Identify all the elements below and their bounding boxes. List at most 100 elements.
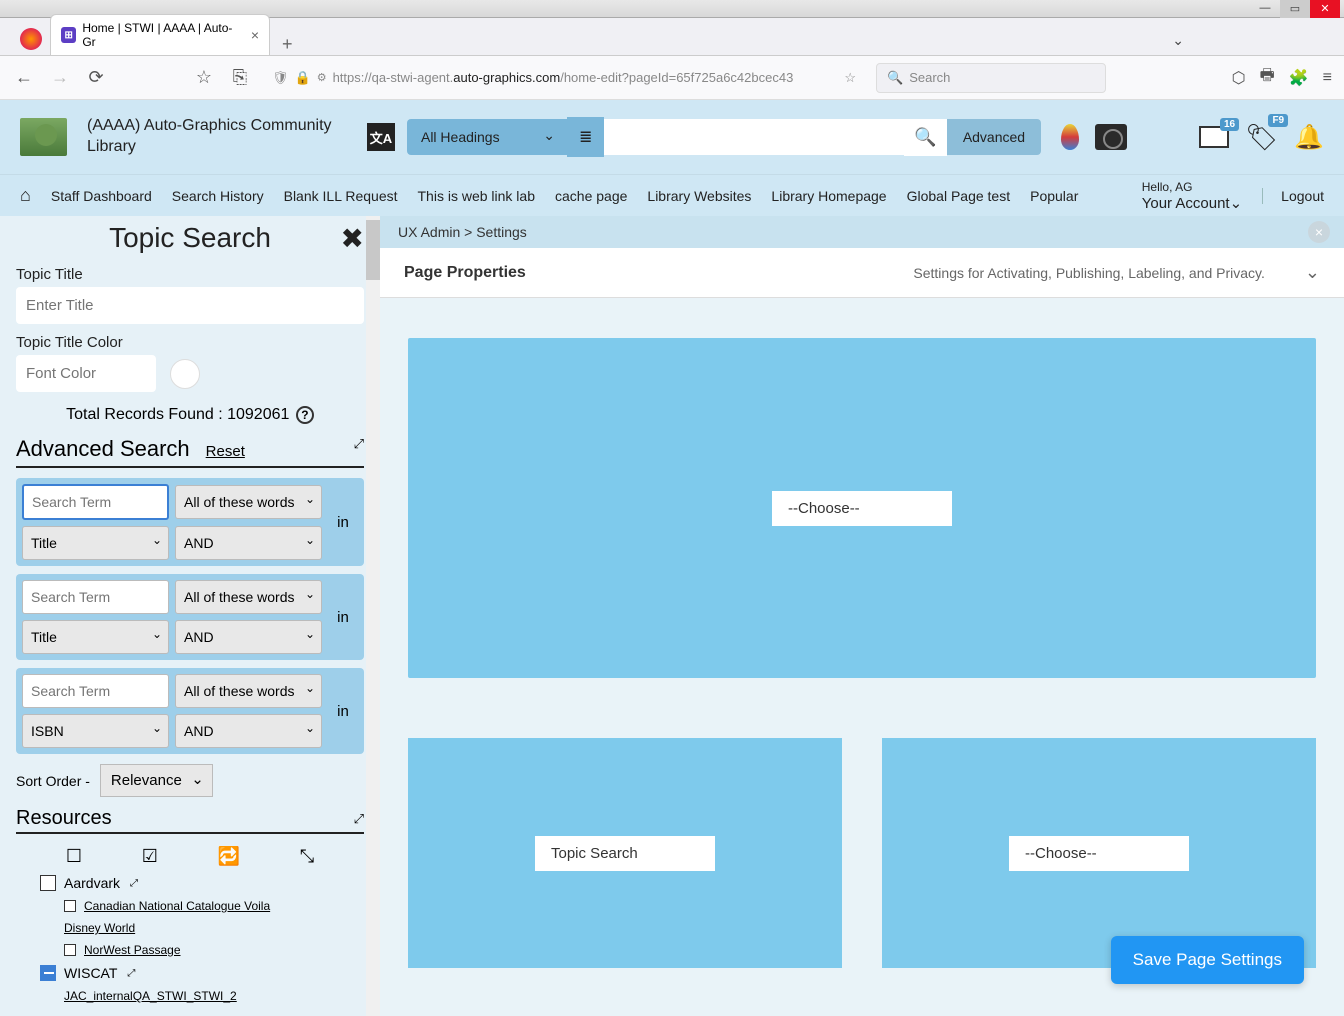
window-minimize-button[interactable]: — [1250, 0, 1280, 18]
bookmark-icon[interactable]: ☆ [192, 66, 216, 90]
save-page-settings-button[interactable]: Save Page Settings [1111, 936, 1304, 984]
star-icon[interactable]: ☆ [844, 70, 856, 86]
language-icon[interactable]: 文A [367, 123, 395, 151]
back-button[interactable]: ← [12, 66, 36, 90]
breadcrumb-link[interactable]: UX Admin [398, 224, 460, 240]
widget-type-select[interactable]: --Choose-- [772, 491, 952, 526]
nav-link[interactable]: Staff Dashboard [51, 188, 152, 204]
url-text: https://qa-stwi-agent.auto-graphics.com/… [333, 70, 794, 85]
font-color-input[interactable] [16, 355, 156, 392]
match-type-select[interactable]: All of these words [175, 674, 322, 708]
compress-icon[interactable]: ⤡ [300, 846, 314, 867]
menu-icon[interactable]: ≡ [1323, 69, 1332, 87]
expand-icon[interactable]: ⤢ [130, 878, 138, 889]
app-header: (AAAA) Auto-Graphics Community Library 文… [0, 100, 1344, 174]
balloon-icon[interactable] [1061, 124, 1079, 150]
checkbox-icon[interactable] [64, 944, 76, 956]
nav-link[interactable]: Library Homepage [771, 188, 886, 204]
reload-button[interactable]: ⟳ [84, 66, 108, 90]
select-none-icon[interactable]: ☐ [66, 846, 82, 867]
resource-item[interactable]: NorWest Passage [16, 939, 364, 961]
tab-close-icon[interactable]: × [251, 27, 259, 43]
checkbox-icon[interactable] [40, 875, 56, 891]
nav-link[interactable]: Blank ILL Request [284, 188, 398, 204]
page-properties-bar[interactable]: Page Properties Settings for Activating,… [380, 248, 1344, 298]
nav-link[interactable]: Global Page test [907, 188, 1011, 204]
advanced-search-button[interactable]: Advanced [947, 119, 1041, 155]
tabs-overflow-icon[interactable]: ⌄ [1172, 32, 1184, 49]
nav-link[interactable]: Search History [172, 188, 264, 204]
resource-item[interactable]: Disney World [16, 917, 364, 939]
resource-item[interactable]: Aardvark ⤢ [16, 871, 364, 895]
help-icon[interactable]: ? [296, 406, 314, 424]
nav-link[interactable]: This is web link lab [418, 188, 536, 204]
checkbox-icon[interactable] [64, 900, 76, 912]
select-all-icon[interactable]: ☑ [142, 846, 158, 867]
window-close-button[interactable]: ✕ [1310, 0, 1340, 18]
resource-item[interactable]: JAC_internalQA_STWI_STWI_2 [16, 985, 364, 1007]
nav-link[interactable]: Popular [1030, 188, 1078, 204]
search-button-icon[interactable]: 🔍 [904, 119, 946, 156]
print-icon[interactable]: 🖶 [1260, 64, 1275, 91]
widget-type-select[interactable]: --Choose-- [1009, 836, 1189, 871]
sort-order-select[interactable]: Relevance [100, 764, 213, 797]
browser-tab[interactable]: ⊞ Home | STWI | AAAA | Auto-Gr × [50, 14, 270, 55]
match-type-select[interactable]: All of these words [175, 580, 322, 614]
widget-type-select[interactable]: Topic Search [535, 836, 715, 871]
operator-select[interactable]: AND [175, 526, 322, 560]
panel-close-icon[interactable]: ✖ [341, 222, 364, 255]
resource-item[interactable]: Canadian National Catalogue Voila [16, 895, 364, 917]
reset-link[interactable]: Reset [206, 443, 245, 460]
panel-close-icon[interactable]: × [1308, 221, 1330, 243]
card-icon-wrap[interactable]: 16 [1199, 126, 1229, 148]
chevron-down-icon[interactable]: ⌄ [1305, 262, 1320, 283]
field-select[interactable]: Title [22, 526, 169, 560]
headings-dropdown[interactable]: All Headings [407, 119, 567, 155]
checkbox-partial-icon[interactable] [40, 965, 56, 981]
operator-select[interactable]: AND [175, 620, 322, 654]
home-icon[interactable]: ⌂ [20, 185, 31, 206]
favorites-icon[interactable]: 🏷 F9 [1245, 122, 1278, 153]
records-found: Total Records Found : 1092061 ? [16, 406, 364, 424]
in-label: in [328, 609, 358, 626]
extension-icon[interactable]: 🧩 [1289, 68, 1309, 88]
topic-title-label: Topic Title [16, 266, 364, 283]
logout-link[interactable]: Logout [1262, 188, 1324, 204]
notifications-icon[interactable]: 🔔 [1294, 123, 1324, 152]
topic-title-input[interactable] [16, 287, 364, 324]
widget-slot-large[interactable]: --Choose-- [408, 338, 1316, 678]
browser-search-box[interactable]: 🔍 Search [876, 63, 1106, 93]
search-term-input[interactable] [22, 580, 169, 614]
resource-item[interactable]: WISCAT ⤢ [16, 961, 364, 985]
collapse-icon[interactable]: ⤢ [354, 436, 364, 452]
nav-link[interactable]: Library Websites [647, 188, 751, 204]
match-type-select[interactable]: All of these words [175, 485, 322, 519]
clipboard-icon[interactable]: ⎘ [228, 66, 252, 90]
collapse-icon[interactable]: ⤢ [354, 811, 364, 827]
panel-title: Topic Search [109, 222, 271, 254]
search-term-input[interactable] [22, 484, 169, 520]
left-scrollbar[interactable] [366, 216, 380, 1016]
search-term-input[interactable] [22, 674, 169, 708]
widget-slot-small[interactable]: --Choose-- [882, 738, 1316, 968]
right-panel: UX Admin > Settings × Page Properties Se… [380, 216, 1344, 1016]
new-tab-button[interactable]: + [270, 34, 305, 55]
database-icon[interactable]: ≣ [567, 117, 604, 157]
pocket-icon[interactable]: ⬡ [1232, 68, 1246, 88]
window-maximize-button[interactable]: ▭ [1280, 0, 1310, 18]
topic-color-label: Topic Title Color [16, 334, 364, 351]
main-search-input[interactable] [604, 119, 904, 155]
field-select[interactable]: ISBN [22, 714, 169, 748]
color-swatch[interactable] [170, 359, 200, 389]
operator-select[interactable]: AND [175, 714, 322, 748]
search-row: All of these words in Title AND [16, 574, 364, 660]
widget-slot-small[interactable]: Topic Search [408, 738, 842, 968]
url-bar[interactable]: 🛡 🔒 ⚙ https://qa-stwi-agent.auto-graphic… [264, 66, 864, 90]
refresh-icon[interactable]: 🔁 [218, 846, 240, 867]
field-select[interactable]: Title [22, 620, 169, 654]
your-account-dropdown[interactable]: Your Account⌄ [1142, 194, 1242, 212]
camera-icon[interactable] [1095, 124, 1127, 150]
firefox-icon [20, 28, 42, 50]
expand-icon[interactable]: ⤢ [127, 968, 135, 979]
nav-link[interactable]: cache page [555, 188, 627, 204]
